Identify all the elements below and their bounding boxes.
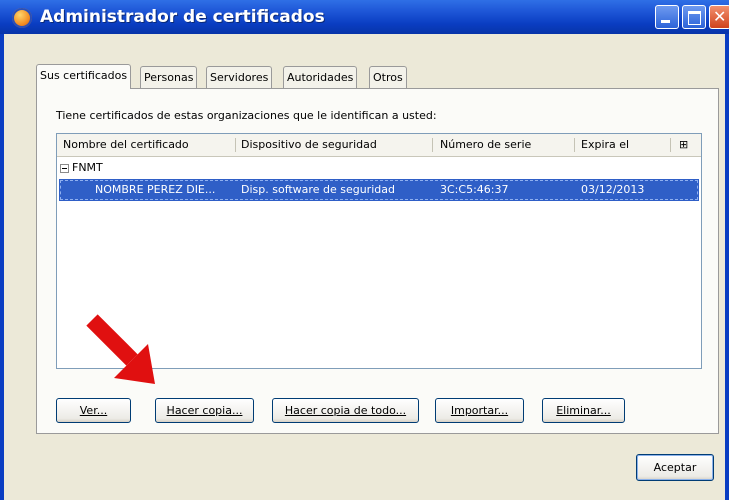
group-row-fnmt[interactable]: FNMT (60, 161, 103, 176)
certificate-manager-window: Administrador de certificados Sus certif… (0, 0, 729, 500)
hacer-copia-button[interactable]: Hacer copia... (155, 398, 254, 423)
column-separator[interactable] (574, 138, 575, 152)
group-label: FNMT (72, 161, 103, 174)
arrow-shaft (86, 314, 138, 366)
cell-expires: 03/12/2013 (581, 183, 645, 196)
column-picker-icon[interactable]: ⊞ (679, 138, 688, 151)
ver-button[interactable]: Ver... (56, 398, 131, 423)
cell-cert-name: NOMBRE PEREZ DIE... (95, 183, 216, 196)
importar-button[interactable]: Importar... (435, 398, 524, 423)
maximize-icon[interactable] (682, 5, 706, 29)
firefox-icon (12, 8, 32, 28)
column-separator[interactable] (670, 138, 671, 152)
cell-serial: 3C:C5:46:37 (440, 183, 509, 196)
table-row[interactable]: NOMBRE PEREZ DIE... Disp. software de se… (59, 179, 699, 201)
column-separator[interactable] (432, 138, 433, 152)
hacer-copia-de-todo-button-label: Hacer copia de todo... (284, 404, 407, 417)
collapse-icon[interactable] (60, 163, 69, 173)
tab-sus-certificados[interactable]: Sus certificados (36, 64, 132, 89)
cell-device: Disp. software de seguridad (241, 183, 395, 196)
column-header-row: Nombre del certificado Dispositivo de se… (57, 134, 701, 157)
eliminar-button[interactable]: Eliminar... (542, 398, 625, 423)
ver-button-label: Ver... (79, 404, 108, 417)
column-header-expires[interactable]: Expira el (581, 138, 629, 151)
title-bar[interactable]: Administrador de certificados (0, 0, 729, 34)
hacer-copia-de-todo-button[interactable]: Hacer copia de todo... (272, 398, 419, 423)
tab-servidores[interactable]: Servidores (206, 66, 273, 88)
column-header-name[interactable]: Nombre del certificado (63, 138, 189, 151)
tab-otros[interactable]: Otros (369, 66, 407, 88)
hacer-copia-button-label: Hacer copia... (166, 404, 243, 417)
intro-text: Tiene certificados de estas organizacion… (56, 109, 437, 122)
red-arrow-annotation-icon (86, 314, 155, 384)
importar-button-label: Importar... (450, 404, 509, 417)
aceptar-button[interactable]: Aceptar (636, 454, 714, 481)
close-icon[interactable] (709, 5, 729, 29)
minimize-icon[interactable] (655, 5, 679, 29)
window-title: Administrador de certificados (40, 7, 325, 27)
eliminar-button-label: Eliminar... (556, 404, 611, 417)
column-header-device[interactable]: Dispositivo de seguridad (241, 138, 377, 151)
tab-autoridades[interactable]: Autoridades (283, 66, 358, 88)
tab-personas[interactable]: Personas (140, 66, 198, 88)
column-separator[interactable] (235, 138, 236, 152)
column-header-serial[interactable]: Número de serie (440, 138, 531, 151)
